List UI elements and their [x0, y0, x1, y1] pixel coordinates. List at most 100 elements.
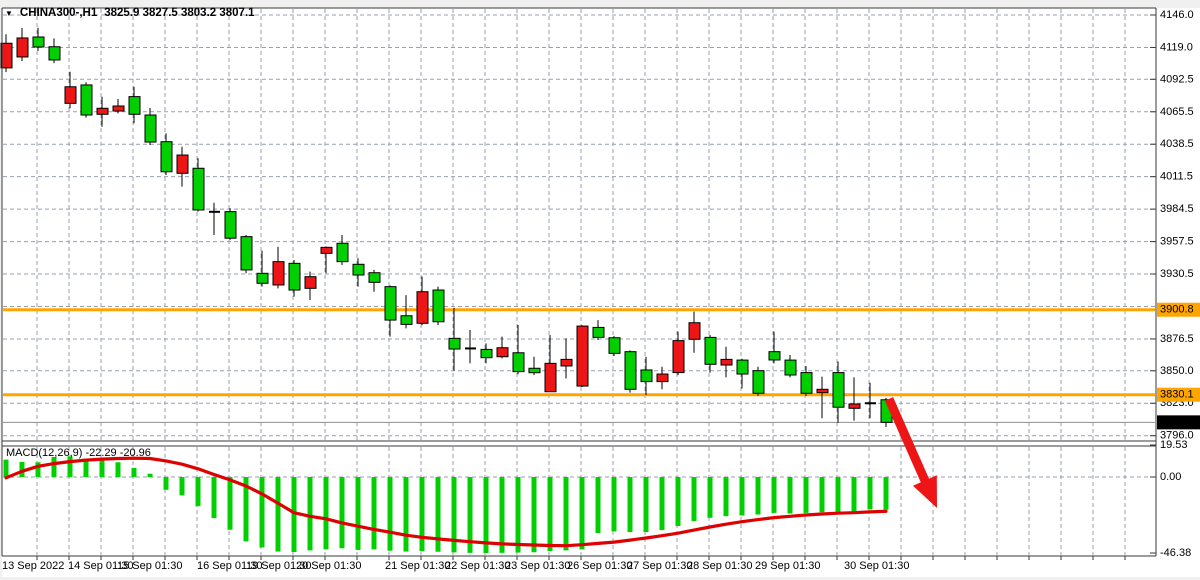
candle-body — [81, 85, 92, 115]
macd-histogram-bar — [388, 477, 393, 551]
time-axis-label: 22 Sep 01:30 — [445, 560, 510, 572]
candle-body — [369, 273, 380, 283]
macd-histogram-bar — [372, 477, 377, 549]
price-axis-label: 3930.5 — [1160, 268, 1194, 280]
macd-histogram-bar — [788, 477, 793, 514]
candle-body — [673, 341, 684, 373]
macd-histogram-bar — [628, 477, 633, 532]
macd-histogram-bar — [260, 477, 265, 547]
candles-layer — [1, 28, 892, 427]
macd-histogram-bar — [852, 477, 857, 513]
time-axis-label: 21 Sep 01:30 — [385, 560, 450, 572]
candle-body — [689, 323, 700, 340]
chart-title: CHINA300-,H1 — [20, 7, 97, 19]
price-axis-label: 4011.5 — [1160, 171, 1193, 183]
time-axis-label: 29 Sep 01:30 — [755, 560, 820, 572]
time-axis-label: 28 Sep 01:30 — [687, 560, 752, 572]
grid-layer — [3, 9, 1155, 555]
candle-body — [433, 290, 444, 322]
candle-body — [129, 97, 140, 115]
candle-body — [625, 352, 636, 390]
candle-body — [737, 360, 748, 374]
time-axis-label: 26 Sep 01:30 — [567, 560, 632, 572]
candle-body — [801, 373, 812, 394]
candle-body — [289, 263, 300, 290]
time-axis-label: 23 Sep 01:30 — [505, 560, 570, 572]
candle-body — [1, 43, 12, 68]
macd-histogram-bar — [68, 456, 73, 477]
candle-body — [561, 359, 572, 366]
candle-body — [705, 337, 716, 364]
time-axis-label: 30 Sep 01:30 — [844, 560, 909, 572]
last-price-sticker-text: 3807.1 — [1160, 416, 1194, 428]
macd-histogram-bar — [804, 477, 809, 513]
macd-histogram-bar — [116, 462, 121, 477]
candle-body — [785, 360, 796, 375]
price-axis-label: 4038.5 — [1160, 138, 1194, 150]
macd-signal-line — [6, 458, 886, 546]
candle-body — [65, 87, 76, 104]
macd-histogram-bar — [548, 477, 553, 551]
trading-chart-window: 4146.04119.04092.54065.54038.54011.53984… — [0, 0, 1200, 580]
macd-indicator-label: MACD(12,26,9) -22.29 -20.96 — [6, 447, 151, 459]
price-axis-label: 3957.5 — [1160, 236, 1194, 248]
candle-body — [497, 348, 508, 357]
candle-body — [593, 327, 604, 337]
candle-body — [273, 262, 284, 285]
candle-body — [385, 287, 396, 320]
candle-body — [529, 368, 540, 372]
time-axis-label: 13 Sep 2022 — [2, 560, 64, 572]
macd-histogram-bar — [820, 477, 825, 512]
candle-body — [545, 363, 556, 391]
candle-body — [241, 237, 252, 270]
time-axis: 13 Sep 202214 Sep 01:3015 Sep 01:3016 Se… — [2, 556, 1125, 572]
macd-histogram-bar — [100, 460, 105, 477]
macd-histogram-bar — [212, 477, 217, 518]
candle-body — [481, 349, 492, 357]
candle-body — [321, 247, 332, 253]
candle-body — [257, 273, 268, 283]
price-axis-label: 3850.0 — [1160, 365, 1194, 377]
candle-body — [97, 108, 108, 114]
macd-histogram-bar — [868, 477, 873, 509]
macd-histogram-bar — [148, 474, 153, 477]
macd-histogram-bar — [308, 477, 313, 550]
macd-histogram-bar — [612, 477, 617, 531]
macd-histogram-bar — [580, 477, 585, 549]
candle-body — [33, 37, 44, 47]
macd-histogram-bar — [708, 477, 713, 518]
price-axis-label: 3876.5 — [1160, 333, 1194, 345]
candle-body — [513, 353, 524, 372]
candle-body — [113, 106, 124, 111]
macd-histogram-bar — [420, 477, 425, 551]
macd-histogram-bar — [132, 468, 137, 477]
macd-histogram-bar — [276, 477, 281, 552]
candle-body — [817, 389, 828, 392]
candle-body — [177, 155, 188, 173]
candle-body — [833, 373, 844, 408]
panel-borders — [2, 8, 1156, 556]
time-axis-label: 27 Sep 01:30 — [627, 560, 692, 572]
macd-histogram-bar — [756, 477, 761, 515]
price-axis-label: 4065.5 — [1160, 106, 1194, 118]
candle-body — [49, 47, 60, 60]
candle-body — [769, 352, 780, 360]
chart-canvas[interactable]: 4146.04119.04092.54065.54038.54011.53984… — [0, 0, 1200, 580]
macd-histogram-bar — [772, 477, 777, 513]
price-axis: 4146.04119.04092.54065.54038.54011.53984… — [1150, 9, 1200, 559]
chart-dropdown-icon[interactable]: ▼ — [5, 9, 13, 18]
macd-histogram-bar — [644, 477, 649, 532]
candle-body — [225, 212, 236, 239]
candle-body — [721, 359, 732, 365]
macd-histogram-bar — [724, 477, 729, 516]
candle-body — [401, 316, 412, 325]
candle-body — [849, 404, 860, 408]
candle-body — [193, 168, 204, 210]
trend-arrow-shaft[interactable] — [889, 399, 927, 486]
macd-histogram-bar — [596, 477, 601, 533]
price-axis-label: 4146.0 — [1160, 9, 1194, 21]
macd-histogram-bar — [356, 477, 361, 550]
time-axis-label: 20 Sep 01:30 — [296, 560, 361, 572]
chart-ohlc-values: 3825.9 3827.5 3803.2 3807.1 — [104, 7, 254, 19]
candle-body — [161, 142, 172, 172]
